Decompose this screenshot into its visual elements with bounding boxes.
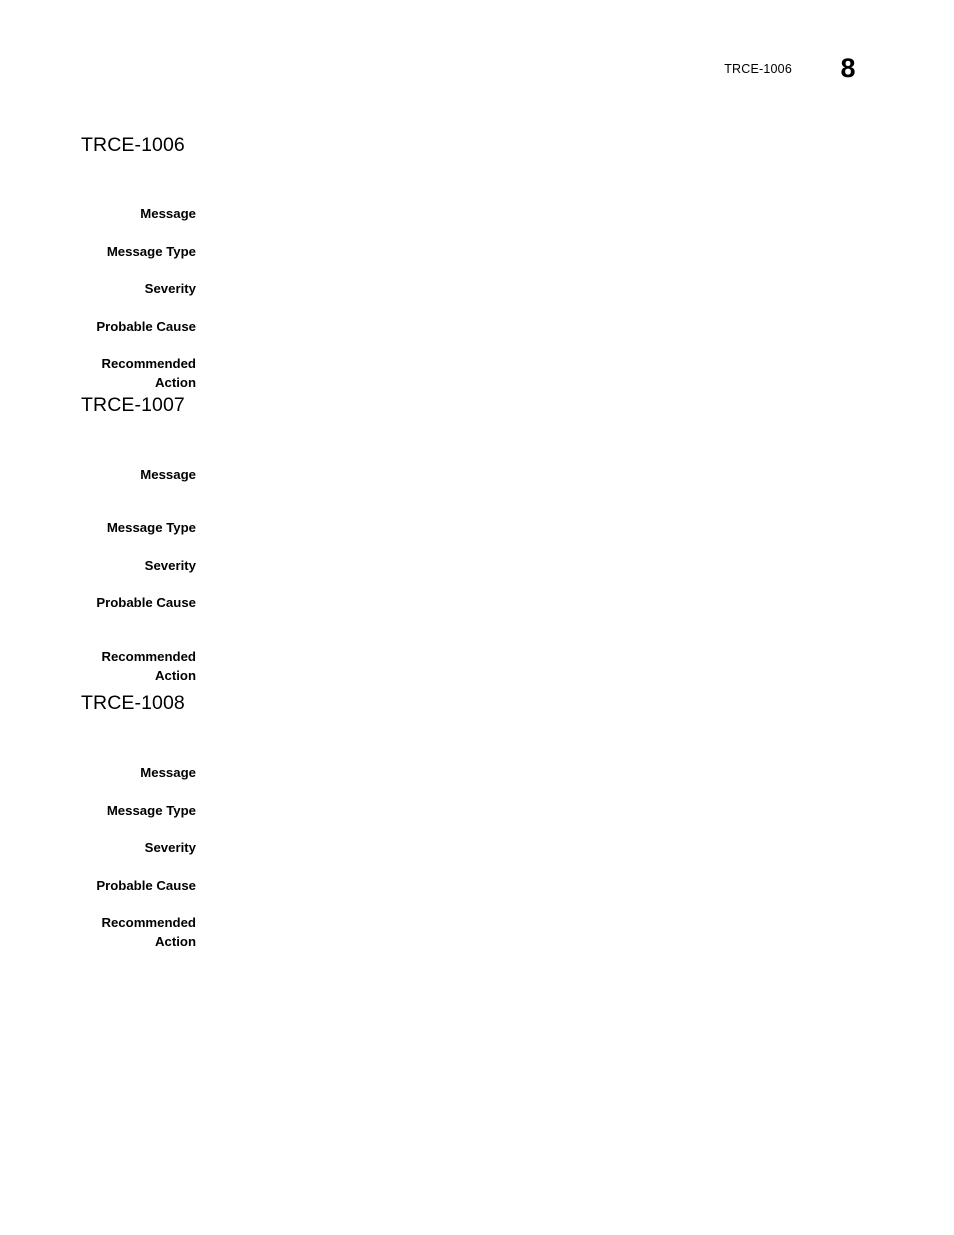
field-label-message: Message — [140, 467, 196, 482]
recommended-action-line-2: Action — [154, 375, 196, 390]
recommended-action-line-2: Action — [154, 934, 196, 949]
field-label-message: Message — [140, 765, 196, 780]
field-label-probable-cause: Probable Cause — [96, 595, 196, 610]
section-trce-1007: TRCE-1007 Message Message Type Severity … — [81, 393, 881, 683]
document-page: TRCE-1006 8 TRCE-1006 Message Message Ty… — [0, 0, 954, 1235]
field-label-message-type: Message Type — [106, 244, 196, 259]
page-header: TRCE-1006 8 — [0, 52, 954, 98]
section-trce-1006: TRCE-1006 Message Message Type Severity … — [81, 133, 881, 390]
field-label-message-type: Message Type — [106, 803, 196, 818]
recommended-action-line-1: Recommended — [101, 915, 196, 930]
field-label-message: Message — [140, 206, 196, 221]
field-label-probable-cause: Probable Cause — [96, 319, 196, 334]
field-label-recommended-action: Recommended Action — [81, 913, 196, 951]
page-number: 8 — [840, 53, 856, 83]
section-heading: TRCE-1008 — [81, 692, 185, 714]
field-label-recommended-action: Recommended Action — [81, 647, 196, 685]
field-label-probable-cause: Probable Cause — [96, 878, 196, 893]
field-label-severity: Severity — [144, 840, 196, 855]
field-label-severity: Severity — [144, 281, 196, 296]
recommended-action-line-1: Recommended — [101, 356, 196, 371]
section-heading: TRCE-1006 — [81, 134, 185, 156]
recommended-action-line-1: Recommended — [101, 649, 196, 664]
section-trce-1008: TRCE-1008 Message Message Type Severity … — [81, 691, 881, 949]
header-topic-title: TRCE-1006 — [724, 62, 792, 76]
section-heading: TRCE-1007 — [81, 394, 185, 416]
field-label-message-type: Message Type — [106, 520, 196, 535]
recommended-action-line-2: Action — [154, 668, 196, 683]
field-label-recommended-action: Recommended Action — [81, 354, 196, 392]
field-label-severity: Severity — [144, 558, 196, 573]
